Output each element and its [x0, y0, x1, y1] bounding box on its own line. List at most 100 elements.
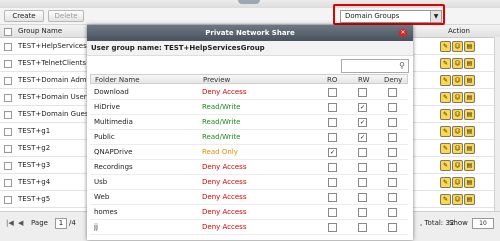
page-size-select[interactable]: 10 [472, 218, 494, 229]
group-name: TEST+Domain Guests [18, 110, 95, 118]
folder-permission-icon[interactable]: ▤ [464, 92, 475, 103]
users-icon[interactable]: ☺ [452, 177, 463, 188]
edit-icon[interactable]: ✎ [440, 41, 451, 52]
rw-checkbox[interactable] [358, 163, 367, 172]
deny-checkbox[interactable] [388, 178, 397, 187]
group-name: TEST+g2 [18, 144, 51, 152]
edit-icon[interactable]: ✎ [440, 143, 451, 154]
ro-checkbox[interactable]: ✓ [328, 148, 337, 157]
deny-checkbox[interactable] [388, 208, 397, 217]
edit-icon[interactable]: ✎ [440, 194, 451, 205]
column-header-group-name[interactable]: Group Name [18, 27, 62, 35]
users-icon[interactable]: ☺ [452, 194, 463, 205]
users-icon[interactable]: ☺ [452, 143, 463, 154]
permission-row[interactable]: QNAPDrive Read Only ✓ [90, 145, 408, 160]
permission-row[interactable]: Usb Deny Access [90, 175, 408, 190]
folder-permission-icon[interactable]: ▤ [464, 75, 475, 86]
edit-icon[interactable]: ✎ [440, 177, 451, 188]
deny-checkbox[interactable] [388, 193, 397, 202]
edit-icon[interactable]: ✎ [440, 75, 451, 86]
list-scrollbar[interactable] [494, 37, 500, 211]
row-checkbox[interactable] [4, 128, 12, 136]
users-icon[interactable]: ☺ [452, 109, 463, 120]
edit-icon[interactable]: ✎ [440, 109, 451, 120]
delete-button[interactable]: Delete [48, 10, 84, 22]
edit-icon[interactable]: ✎ [440, 126, 451, 137]
permission-table-header: Folder Name Preview RO RW Deny [90, 74, 408, 84]
folder-search-input[interactable]: ⚲ [341, 59, 409, 73]
row-checkbox[interactable] [4, 77, 12, 85]
ro-checkbox[interactable] [328, 178, 337, 187]
folder-permission-icon[interactable]: ▤ [464, 143, 475, 154]
deny-checkbox[interactable] [388, 103, 397, 112]
users-icon[interactable]: ☺ [452, 75, 463, 86]
permission-row[interactable]: HiDrive Read/Write ✓ [90, 100, 408, 115]
folder-permission-icon[interactable]: ▤ [464, 160, 475, 171]
users-icon[interactable]: ☺ [452, 58, 463, 69]
close-icon[interactable]: ✕ [399, 29, 407, 37]
permission-row[interactable]: Recordings Deny Access [90, 160, 408, 175]
permission-row[interactable]: Web Deny Access [90, 190, 408, 205]
column-header-action: Action [448, 27, 470, 35]
row-checkbox[interactable] [4, 94, 12, 102]
edit-icon[interactable]: ✎ [440, 160, 451, 171]
users-icon[interactable]: ☺ [452, 92, 463, 103]
ro-checkbox[interactable] [328, 88, 337, 97]
deny-checkbox[interactable] [388, 163, 397, 172]
users-icon[interactable]: ☺ [452, 160, 463, 171]
folder-permission-icon[interactable]: ▤ [464, 177, 475, 188]
deny-checkbox[interactable] [388, 118, 397, 127]
rw-checkbox[interactable]: ✓ [358, 103, 367, 112]
rw-checkbox[interactable] [358, 88, 367, 97]
row-checkbox[interactable] [4, 145, 12, 153]
ro-checkbox[interactable] [328, 103, 337, 112]
ro-checkbox[interactable] [328, 118, 337, 127]
deny-checkbox[interactable] [388, 133, 397, 142]
rw-checkbox[interactable] [358, 223, 367, 232]
edit-icon[interactable]: ✎ [440, 92, 451, 103]
first-page-icon[interactable]: |◀ [6, 219, 14, 227]
rw-checkbox[interactable] [358, 208, 367, 217]
rw-checkbox[interactable] [358, 178, 367, 187]
search-icon[interactable]: ⚲ [399, 61, 405, 70]
permission-row[interactable]: homes Deny Access [90, 205, 408, 220]
row-checkbox[interactable] [4, 60, 12, 68]
ro-checkbox[interactable] [328, 208, 337, 217]
column-header-deny: Deny [384, 76, 403, 84]
row-checkbox[interactable] [4, 162, 12, 170]
permission-row[interactable]: Multimedia Read/Write ✓ [90, 115, 408, 130]
deny-checkbox[interactable] [388, 148, 397, 157]
deny-checkbox[interactable] [388, 88, 397, 97]
row-checkbox[interactable] [4, 196, 12, 204]
folder-permission-icon[interactable]: ▤ [464, 41, 475, 52]
ro-checkbox[interactable] [328, 133, 337, 142]
row-checkbox[interactable] [4, 111, 12, 119]
row-checkbox[interactable] [4, 179, 12, 187]
deny-checkbox[interactable] [388, 223, 397, 232]
previous-page-icon[interactable]: ◀ [18, 219, 23, 227]
permission-preview: Read/Write [202, 103, 241, 111]
folder-permission-icon[interactable]: ▤ [464, 109, 475, 120]
rw-checkbox[interactable]: ✓ [358, 118, 367, 127]
users-icon[interactable]: ☺ [452, 41, 463, 52]
folder-permission-icon[interactable]: ▤ [464, 58, 475, 69]
rw-checkbox[interactable] [358, 148, 367, 157]
page-number-input[interactable]: 1 [55, 218, 67, 229]
folder-permission-icon[interactable]: ▤ [464, 126, 475, 137]
ro-checkbox[interactable] [328, 223, 337, 232]
ro-checkbox[interactable] [328, 193, 337, 202]
folder-permission-icon[interactable]: ▤ [464, 194, 475, 205]
row-checkbox[interactable] [4, 43, 12, 51]
edit-icon[interactable]: ✎ [440, 58, 451, 69]
ro-checkbox[interactable] [328, 163, 337, 172]
permission-row[interactable]: Public Read/Write ✓ [90, 130, 408, 145]
select-all-checkbox[interactable] [4, 28, 12, 36]
create-button[interactable]: Create [4, 10, 44, 22]
users-icon[interactable]: ☺ [452, 126, 463, 137]
row-actions: ✎ ☺ ▤ [440, 75, 480, 86]
permission-row[interactable]: jj Deny Access [90, 220, 408, 235]
permission-row[interactable]: Download Deny Access [90, 85, 408, 100]
rw-checkbox[interactable]: ✓ [358, 133, 367, 142]
column-header-ro: RO [327, 76, 338, 84]
rw-checkbox[interactable] [358, 193, 367, 202]
